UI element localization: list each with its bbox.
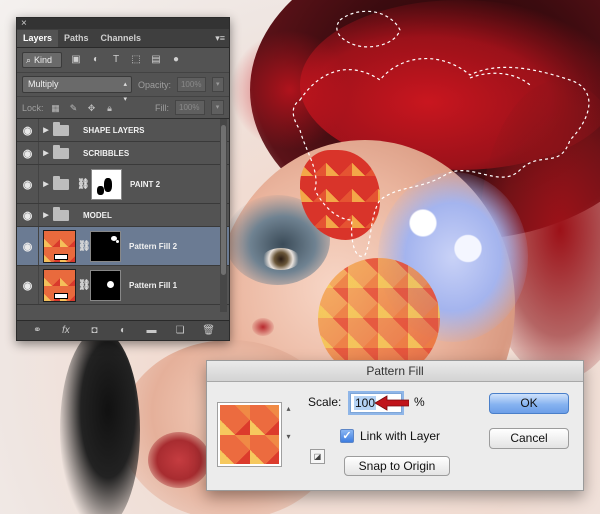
layer-name: Pattern Fill 1 [129, 280, 178, 290]
updown-arrows-icon: ▴ ▾ [123, 81, 127, 103]
chain-link-icon[interactable]: ⛓︎ [78, 241, 91, 252]
blend-row: Multiply ▴ ▾ Opacity: 100% ▾ [17, 73, 229, 103]
expand-triangle-icon[interactable]: ▶ [39, 180, 53, 188]
visibility-toggle[interactable]: ◉ [17, 165, 39, 203]
ok-button[interactable]: OK [489, 393, 569, 414]
blend-mode-value: Multiply [28, 79, 59, 89]
visibility-toggle[interactable]: ◉ [17, 142, 39, 164]
visibility-toggle[interactable]: ◉ [17, 119, 39, 141]
layer-name: SHAPE LAYERS [83, 125, 145, 135]
kind-filter-select[interactable]: ⌕ Kind [22, 52, 62, 68]
add-mask-icon[interactable]: ◘ [87, 325, 101, 336]
panel-titlebar: × [17, 18, 229, 29]
layer-name: SCRIBBLES [83, 148, 130, 158]
fx-icon[interactable]: fx [59, 325, 73, 336]
cancel-button[interactable]: Cancel [489, 428, 569, 449]
layer-row-pattern-fill-2[interactable]: ◉ ⛓︎ Pattern Fill 2 [17, 227, 229, 266]
layer-filter-row: ⌕ Kind ▣ ◐ T ⬚ ▤ ● [17, 48, 229, 73]
layer-mask-thumbnail[interactable] [91, 168, 122, 200]
fill-label: Fill: [155, 102, 169, 113]
layer-row-paint-2[interactable]: ◉ ▶ ⛓︎ PAINT 2 [17, 165, 229, 204]
layer-list: ◉ ▶ SHAPE LAYERS ◉ ▶ SCRIBBLES ◉ ▶ ⛓︎ PA… [17, 119, 229, 312]
new-preset-icon[interactable]: ◪ [310, 449, 325, 464]
lock-position-icon[interactable]: ✥ [86, 102, 98, 114]
eye-icon: ◉ [22, 124, 33, 137]
new-group-icon[interactable]: ▬ [145, 325, 159, 336]
link-with-layer-checkbox[interactable]: ✓ [340, 429, 354, 443]
opacity-label: Opacity: [137, 79, 171, 90]
panel-tabs: Layers Paths Channels ▾≡ [17, 29, 229, 48]
layer-name: MODEL [83, 210, 112, 220]
chain-link-icon[interactable]: ⛓︎ [77, 179, 90, 190]
filter-toggle-icon[interactable]: ● [170, 54, 182, 66]
chain-link-icon[interactable]: ⛓︎ [78, 280, 91, 291]
shape-filter-icon[interactable]: ⬚ [130, 54, 142, 66]
kind-filter-label: Kind [34, 55, 53, 65]
close-icon[interactable]: × [21, 18, 27, 29]
link-with-layer-label: Link with Layer [360, 429, 441, 443]
lock-transparent-icon[interactable]: ▦ [50, 102, 62, 114]
lock-brush-icon[interactable]: ✎ [68, 102, 80, 114]
panel-footer: ⚭ fx ◘ ◐ ▬ ❏ 🗑︎ [17, 320, 229, 340]
link-layers-icon[interactable]: ⚭ [30, 325, 44, 336]
lock-all-icon[interactable]: 🔒︎ [104, 102, 116, 114]
layer-mask-thumbnail[interactable] [90, 230, 121, 262]
visibility-toggle[interactable]: ◉ [17, 227, 39, 265]
image-filter-icon[interactable]: ▣ [70, 54, 82, 66]
layer-name: PAINT 2 [130, 179, 161, 189]
scrollbar-thumb[interactable] [221, 125, 226, 275]
eye-icon: ◉ [22, 178, 33, 191]
expand-triangle-icon[interactable]: ▶ [39, 211, 53, 219]
layer-mask-thumbnail[interactable] [90, 269, 121, 301]
pattern-picker-chevron-icon[interactable]: ▴ ▾ [285, 402, 292, 467]
folder-icon [53, 121, 69, 136]
visibility-toggle[interactable]: ◉ [17, 204, 39, 226]
snap-to-origin-button[interactable]: Snap to Origin [344, 456, 450, 476]
new-layer-icon[interactable]: ❏ [173, 325, 187, 336]
layer-name: Pattern Fill 2 [129, 241, 178, 251]
blend-mode-select[interactable]: Multiply ▴ ▾ [22, 76, 132, 103]
percent-label: % [414, 395, 425, 409]
pattern-fill-thumbnail[interactable] [43, 268, 76, 302]
smart-object-filter-icon[interactable]: ▤ [150, 54, 162, 66]
eye-icon: ◉ [22, 240, 33, 253]
scale-value: 100 [354, 396, 377, 410]
panel-menu-icon[interactable]: ▾≡ [215, 33, 225, 44]
layer-row-scribbles[interactable]: ◉ ▶ SCRIBBLES [17, 142, 229, 165]
chevron-down-icon[interactable]: ▾ [211, 100, 224, 115]
red-arrow-annotation-icon [375, 395, 409, 411]
layers-panel: × Layers Paths Channels ▾≡ ⌕ Kind ▣ ◐ T … [16, 17, 230, 341]
layer-row-shape-layers[interactable]: ◉ ▶ SHAPE LAYERS [17, 119, 229, 142]
opacity-field[interactable]: 100% [176, 77, 206, 92]
search-icon: ⌕ [26, 54, 32, 65]
tab-paths[interactable]: Paths [58, 30, 95, 47]
layer-row-model[interactable]: ◉ ▶ MODEL [17, 204, 229, 227]
visibility-toggle[interactable]: ◉ [17, 266, 39, 304]
pattern-fill-thumbnail[interactable] [43, 229, 76, 263]
scrollbar[interactable] [220, 119, 227, 312]
layer-row-pattern-fill-1[interactable]: ◉ ⛓︎ Pattern Fill 1 [17, 266, 229, 305]
folder-icon [53, 144, 69, 159]
chevron-down-icon[interactable]: ▾ [211, 77, 224, 92]
expand-triangle-icon[interactable]: ▶ [39, 126, 53, 134]
type-filter-icon[interactable]: T [110, 54, 122, 66]
folder-icon [53, 175, 69, 190]
folder-icon [53, 206, 69, 221]
eye-icon: ◉ [22, 147, 33, 160]
dialog-title: Pattern Fill [207, 361, 583, 382]
fill-field[interactable]: 100% [175, 100, 205, 115]
adjustment-filter-icon[interactable]: ◐ [90, 54, 102, 66]
lock-label: Lock: [22, 102, 44, 113]
scale-label: Scale: [308, 395, 342, 409]
eye-icon: ◉ [22, 209, 33, 222]
trash-icon[interactable]: 🗑︎ [202, 325, 216, 336]
tab-channels[interactable]: Channels [95, 30, 148, 47]
expand-triangle-icon[interactable]: ▶ [39, 149, 53, 157]
eye-icon: ◉ [22, 279, 33, 292]
pattern-preview [220, 405, 279, 464]
adjustment-layer-icon[interactable]: ◐ [116, 325, 130, 336]
tab-layers[interactable]: Layers [17, 30, 59, 47]
pattern-fill-dialog: Pattern Fill ▴ ▾ ◪ Scale: 100 % ✓ Link wi… [206, 360, 584, 491]
pattern-swatch[interactable] [217, 402, 282, 467]
